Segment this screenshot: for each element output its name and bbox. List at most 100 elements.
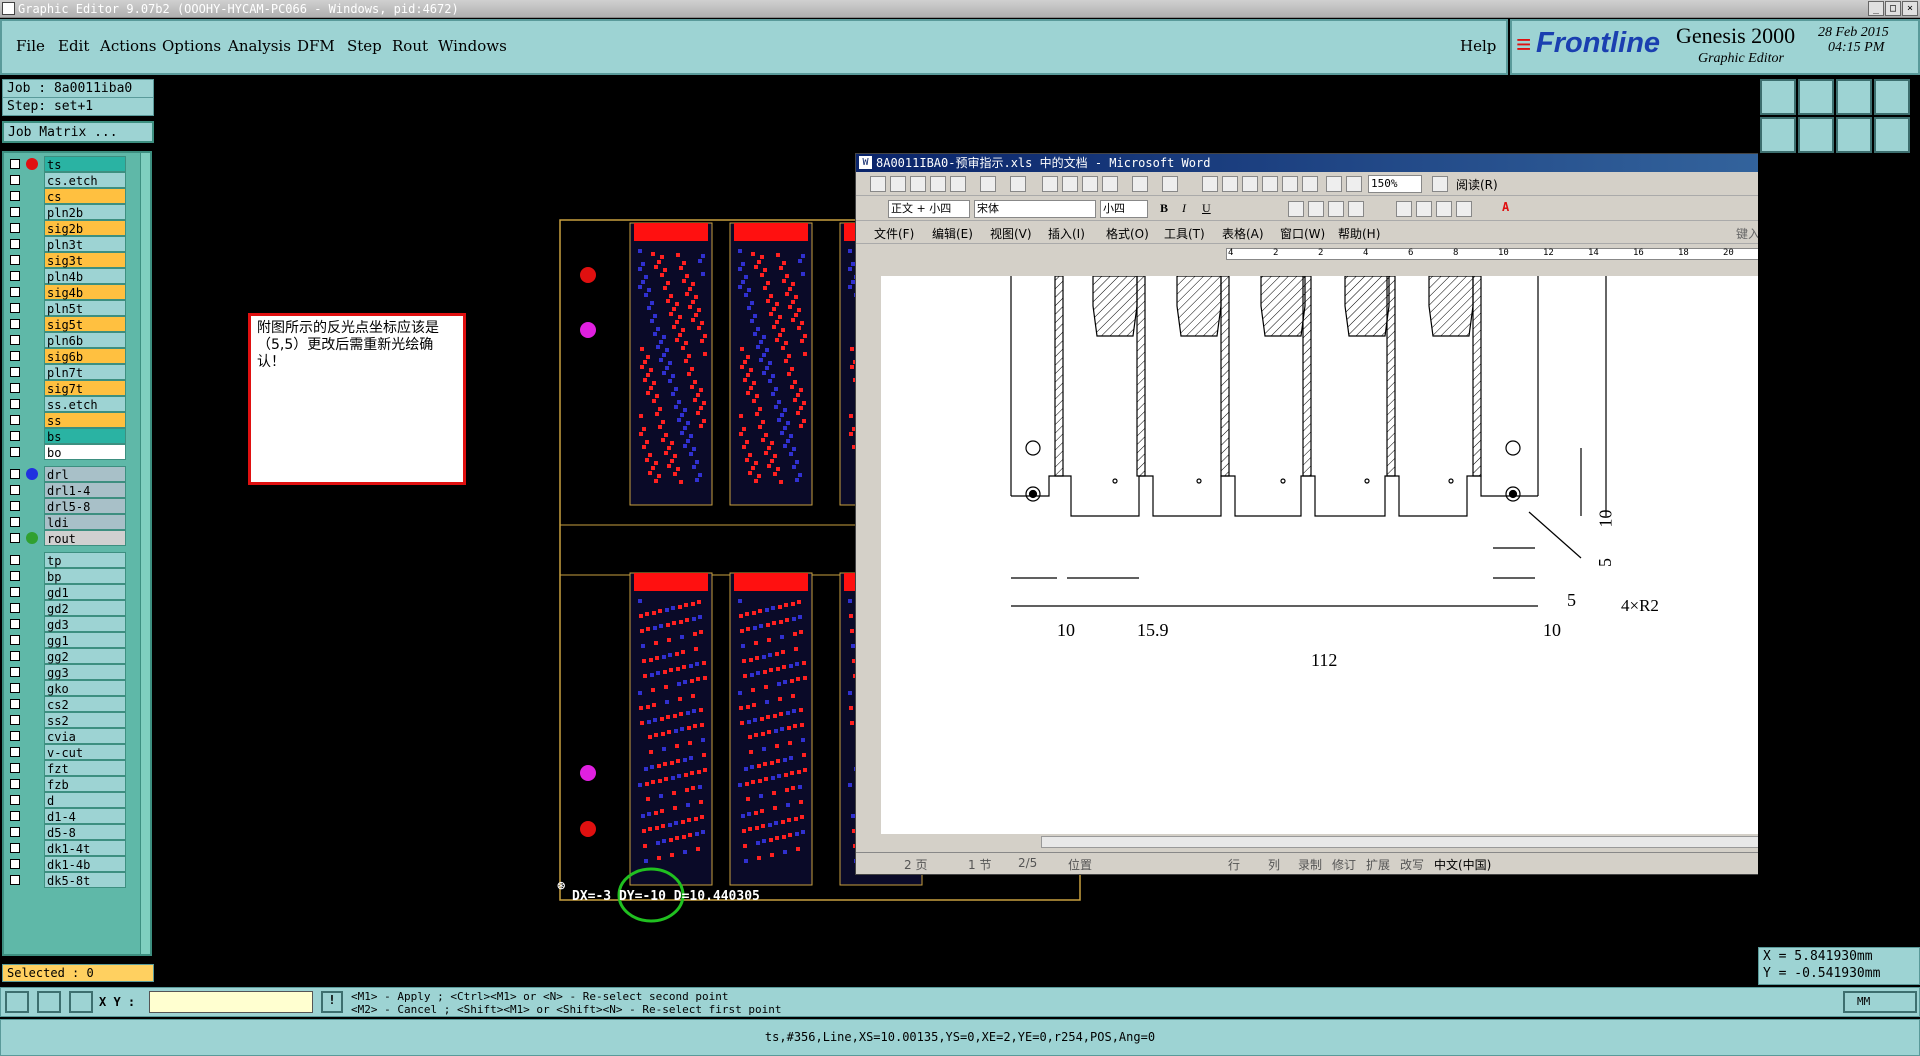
layer-row[interactable]: fzt <box>4 760 126 776</box>
align-right-icon[interactable] <box>1328 201 1344 217</box>
menu-dfm[interactable]: DFM <box>297 37 335 55</box>
zoom-select[interactable]: 150% <box>1368 175 1422 193</box>
insert-table-icon[interactable] <box>1242 176 1258 192</box>
layer-checkbox[interactable] <box>10 651 20 661</box>
layer-row[interactable]: ts <box>4 156 126 172</box>
font-select[interactable]: 宋体 <box>974 200 1096 218</box>
layer-name[interactable]: bp <box>44 568 126 584</box>
bold-icon[interactable]: B <box>1160 201 1168 216</box>
layer-row[interactable]: bp <box>4 568 126 584</box>
pan-left-icon[interactable] <box>1760 117 1796 153</box>
open-icon[interactable] <box>890 176 906 192</box>
layer-name[interactable]: tp <box>44 552 126 568</box>
layer-checkbox[interactable] <box>10 501 20 511</box>
tables-borders-icon[interactable] <box>1222 176 1238 192</box>
layer-checkbox[interactable] <box>10 859 20 869</box>
view-house-icon[interactable] <box>1836 79 1872 115</box>
layer-name[interactable]: gd2 <box>44 600 126 616</box>
layer-checkbox[interactable] <box>10 223 20 233</box>
layer-row[interactable]: fzb <box>4 776 126 792</box>
layer-checkbox[interactable] <box>10 383 20 393</box>
menu-options[interactable]: Options <box>162 37 221 55</box>
layer-name[interactable]: ss <box>44 412 126 428</box>
layer-checkbox[interactable] <box>10 747 20 757</box>
view-zoom-in-icon[interactable] <box>1798 79 1834 115</box>
layer-name[interactable]: ss2 <box>44 712 126 728</box>
layer-checkbox[interactable] <box>10 667 20 677</box>
layer-row[interactable]: gg1 <box>4 632 126 648</box>
layer-checkbox[interactable] <box>10 367 20 377</box>
layer-row[interactable]: drl1-4 <box>4 482 126 498</box>
layer-row[interactable]: v-cut <box>4 744 126 760</box>
pan-right-icon[interactable] <box>1798 117 1834 153</box>
layer-row[interactable]: pln3t <box>4 236 126 252</box>
layer-row[interactable]: drl5-8 <box>4 498 126 514</box>
layer-name[interactable]: fzt <box>44 760 126 776</box>
layer-checkbox[interactable] <box>10 191 20 201</box>
layer-name[interactable]: gg1 <box>44 632 126 648</box>
layer-name[interactable]: fzb <box>44 776 126 792</box>
layer-checkbox[interactable] <box>10 843 20 853</box>
format-painter-icon[interactable] <box>1102 176 1118 192</box>
layer-name[interactable]: pln7t <box>44 364 126 380</box>
layer-checkbox[interactable] <box>10 207 20 217</box>
layer-checkbox[interactable] <box>10 827 20 837</box>
layer-row[interactable]: pln2b <box>4 204 126 220</box>
info-icon[interactable]: ! <box>321 991 343 1013</box>
layer-row[interactable]: tp <box>4 552 126 568</box>
layer-row[interactable]: dk1-4t <box>4 840 126 856</box>
menu-actions[interactable]: Actions <box>100 37 156 55</box>
indent-icon[interactable] <box>1456 201 1472 217</box>
layer-name[interactable]: d1-4 <box>44 808 126 824</box>
pan-down-icon[interactable] <box>1874 117 1910 153</box>
layer-checkbox[interactable] <box>10 351 20 361</box>
layer-checkbox[interactable] <box>10 175 20 185</box>
layer-checkbox[interactable] <box>10 763 20 773</box>
word-menu-insert[interactable]: 插入(I) <box>1048 225 1085 242</box>
numbering-icon[interactable] <box>1396 201 1412 217</box>
menu-help[interactable]: Help <box>1460 37 1496 55</box>
align-left-icon[interactable] <box>1288 201 1304 217</box>
layer-name[interactable]: ss.etch <box>44 396 126 412</box>
maximize-icon[interactable]: □ <box>1885 1 1901 16</box>
layer-name[interactable]: d <box>44 792 126 808</box>
layer-checkbox[interactable] <box>10 399 20 409</box>
layer-row[interactable]: pln7t <box>4 364 126 380</box>
document-page[interactable]: 10 15.9 112 10 5 10 5 4×R2 <box>881 276 1901 834</box>
style-select[interactable]: 正文 + 小四 <box>888 200 970 218</box>
menu-analysis[interactable]: Analysis <box>228 37 291 55</box>
word-horizontal-scrollbar[interactable] <box>856 834 1901 850</box>
status-ovr[interactable]: 改写 <box>1400 856 1424 873</box>
layer-name[interactable]: pln2b <box>44 204 126 220</box>
layer-checkbox[interactable] <box>10 795 20 805</box>
document-map-icon[interactable] <box>1326 176 1342 192</box>
layer-checkbox[interactable] <box>10 779 20 789</box>
word-menu-edit[interactable]: 编辑(E) <box>932 225 973 242</box>
layer-checkbox[interactable] <box>10 533 20 543</box>
word-menu-window[interactable]: 窗口(W) <box>1280 225 1325 242</box>
layer-checkbox[interactable] <box>10 447 20 457</box>
layer-checkbox[interactable] <box>10 319 20 329</box>
layer-row[interactable]: pln5t <box>4 300 126 316</box>
layer-name[interactable]: sig4b <box>44 284 126 300</box>
layer-checkbox[interactable] <box>10 287 20 297</box>
layer-name[interactable]: sig2b <box>44 220 126 236</box>
save-icon[interactable] <box>910 176 926 192</box>
view-window-icon[interactable] <box>1874 79 1910 115</box>
layer-name[interactable]: sig3t <box>44 252 126 268</box>
menu-edit[interactable]: Edit <box>58 37 89 55</box>
layer-checkbox[interactable] <box>10 335 20 345</box>
layer-row[interactable]: sig7t <box>4 380 126 396</box>
layer-row[interactable]: bs <box>4 428 126 444</box>
job-matrix-button[interactable]: Job Matrix ... <box>2 121 154 143</box>
layer-name[interactable]: cs <box>44 188 126 204</box>
word-menu-tools[interactable]: 工具(T) <box>1164 225 1205 242</box>
layer-row[interactable]: rout <box>4 530 126 546</box>
layer-name[interactable]: gg3 <box>44 664 126 680</box>
layer-checkbox[interactable] <box>10 731 20 741</box>
units-selector[interactable]: MM <box>1843 991 1917 1013</box>
layer-row[interactable]: cs2 <box>4 696 126 712</box>
layer-name[interactable]: dk1-4t <box>44 840 126 856</box>
layer-row[interactable]: gd3 <box>4 616 126 632</box>
layer-name[interactable]: drl5-8 <box>44 498 126 514</box>
